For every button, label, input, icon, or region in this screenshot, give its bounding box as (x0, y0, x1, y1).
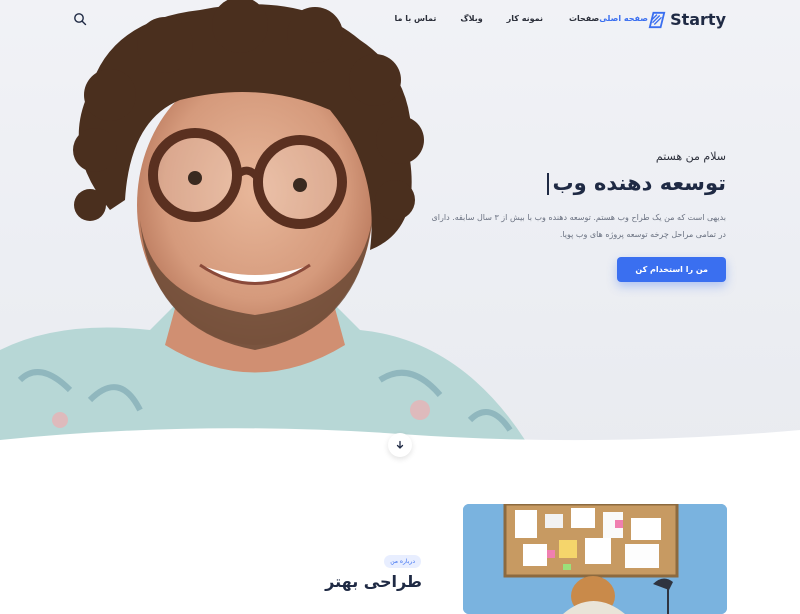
arrow-down-icon (396, 440, 404, 449)
about-illustration (463, 504, 727, 614)
hero-description: بدیهی است که من یک طراح وب هستم. توسعه د… (386, 209, 727, 243)
hero-description-line-2: در تمامی مراحل چرخه توسعه پروژه های وب پ… (559, 230, 726, 239)
hire-me-button[interactable]: من را استخدام کن (617, 257, 726, 282)
nav-item-portfolio[interactable]: نمونه کار (507, 14, 543, 23)
nav-item-contact[interactable]: تماس با ما (394, 14, 436, 23)
about-image (463, 504, 727, 614)
about-badge: درباره من (384, 555, 421, 568)
brand-logo[interactable]: Starty (648, 10, 726, 29)
logo-icon (648, 11, 666, 28)
typing-caret (547, 173, 550, 195)
hero-headline-text: توسعه دهنده وب (552, 171, 726, 195)
nav-item-blog[interactable]: وبلاگ (460, 14, 482, 23)
top-navbar: Starty صفحه اصلی صفحات نمونه کار وبلاگ ت… (0, 0, 800, 40)
nav-item-home[interactable]: صفحه اصلی (599, 14, 648, 23)
hero-headline: توسعه دهنده وب (386, 171, 726, 195)
hero-eyebrow: سلام من هستم (655, 150, 726, 163)
scroll-down-button[interactable] (388, 433, 412, 457)
about-title: طراحی بهتر (325, 572, 422, 591)
search-icon[interactable] (73, 12, 87, 26)
hero-description-line-1: بدیهی است که من یک طراح وب هستم. توسعه د… (431, 213, 727, 222)
nav-item-pages[interactable]: صفحات (569, 14, 599, 23)
brand-name: Starty (670, 10, 726, 29)
main-menu: صفحه اصلی صفحات نمونه کار وبلاگ تماس با … (370, 14, 648, 23)
hero-text-block: سلام من هستم توسعه دهنده وب بدیهی است که… (386, 150, 726, 282)
